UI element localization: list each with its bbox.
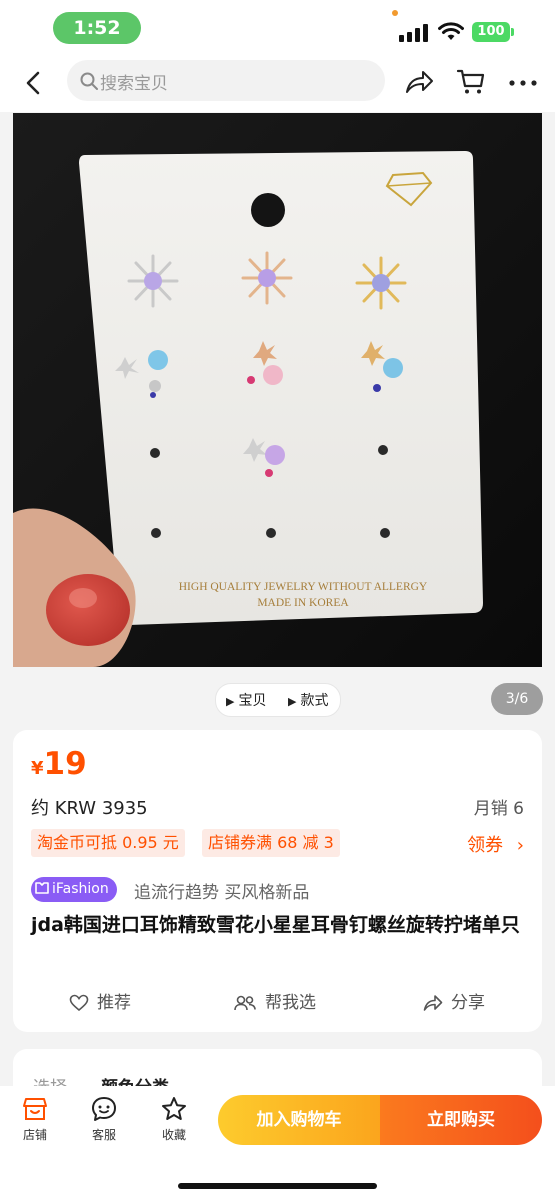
play-triangle-icon: ▶: [288, 695, 297, 708]
wifi-icon: [438, 22, 464, 40]
share-button[interactable]: 分享: [423, 988, 485, 1013]
search-icon: [80, 72, 98, 90]
help-me-choose-label: 帮我选: [265, 993, 316, 1013]
chevron-right-icon: ›: [516, 835, 524, 856]
home-indicator: [178, 1183, 377, 1189]
share-label: 分享: [451, 993, 485, 1013]
heart-icon: [69, 994, 89, 1012]
ifashion-badge-label: iFashion: [52, 881, 109, 897]
battery-tip: [511, 28, 514, 36]
help-me-choose-button[interactable]: 帮我选: [233, 988, 316, 1013]
product-info-card: ¥19 约 KRW 3935 月销 6 淘金币可抵 0.95 元 店铺券满 68…: [13, 730, 542, 1032]
coupon-taojinbi[interactable]: 淘金币可抵 0.95 元: [31, 829, 185, 857]
ifashion-badge[interactable]: iFashion: [31, 877, 117, 902]
status-bar: 1:52 100: [0, 0, 555, 56]
price-value: 19: [43, 746, 87, 782]
search-input[interactable]: 搜索宝贝: [67, 60, 385, 101]
back-arrow-icon[interactable]: [22, 70, 48, 96]
product-detail-page: 1:52 100 搜索宝贝 HIGH QUALITY JEWELRY WITHO…: [0, 0, 555, 1200]
recommend-button[interactable]: 推荐: [69, 988, 131, 1013]
recommend-label: 推荐: [97, 993, 131, 1013]
media-type-switch: ▶ 宝贝 ▶ 款式: [215, 683, 341, 717]
ifashion-slogan: 追流行趋势 买风格新品: [134, 883, 310, 903]
store-icon: [23, 1098, 47, 1120]
more-icon[interactable]: [508, 78, 538, 88]
tab-product-label: 宝贝: [238, 693, 267, 709]
tab-variant[interactable]: ▶ 款式: [288, 690, 328, 710]
image-page-counter: 3/6: [491, 683, 543, 715]
share-icon: [423, 995, 443, 1011]
status-time: 1:52: [53, 12, 141, 44]
play-triangle-icon: ▶: [226, 695, 235, 708]
buy-now-button[interactable]: 立即购买: [380, 1095, 542, 1145]
store-label: 店铺: [22, 1128, 47, 1142]
add-to-cart-button[interactable]: 加入购物车: [218, 1095, 380, 1145]
star-icon: [162, 1097, 186, 1120]
card-text-line-2: MADE IN KOREA: [257, 597, 349, 609]
chat-face-icon: [92, 1097, 116, 1121]
store-button[interactable]: 店铺: [10, 1096, 60, 1143]
tab-variant-label: 款式: [300, 693, 329, 709]
customer-service-label: 客服: [91, 1128, 116, 1142]
claim-coupon-button[interactable]: 领券 ›: [467, 831, 524, 857]
price: ¥19: [31, 746, 87, 782]
monthly-sales: 月销 6: [473, 799, 524, 819]
customer-service-button[interactable]: 客服: [79, 1096, 129, 1143]
card-text: HIGH QUALITY JEWELRY WITHOUT ALLERGY MAD…: [153, 579, 453, 611]
product-title: jda韩国进口耳饰精致雪花小星星耳骨钉螺丝旋转拧堵单只: [31, 914, 520, 936]
card-text-line-1: HIGH QUALITY JEWELRY WITHOUT ALLERGY: [178, 581, 428, 593]
tab-product[interactable]: ▶ 宝贝: [226, 690, 266, 710]
cart-icon[interactable]: [456, 68, 486, 96]
coupon-store[interactable]: 店铺券满 68 减 3: [202, 829, 340, 857]
favorite-button[interactable]: 收藏: [149, 1096, 199, 1143]
favorite-label: 收藏: [161, 1128, 186, 1142]
price-currency: ¥: [31, 758, 44, 779]
people-icon: [234, 995, 256, 1011]
share-icon[interactable]: [404, 68, 434, 96]
claim-coupon-label: 领券: [467, 835, 504, 856]
cellular-signal-icon: [399, 24, 429, 42]
nav-bar: 搜索宝贝: [0, 56, 555, 112]
ifashion-logo-icon: [35, 882, 49, 894]
krw-price: 约 KRW 3935: [31, 798, 148, 819]
privacy-indicator-dot: [392, 10, 398, 16]
product-image[interactable]: HIGH QUALITY JEWELRY WITHOUT ALLERGY MAD…: [13, 113, 542, 667]
gallery-controls: ▶ 宝贝 ▶ 款式 3/6: [0, 667, 555, 730]
search-placeholder: 搜索宝贝: [100, 74, 168, 94]
battery-icon: 100: [472, 22, 510, 42]
